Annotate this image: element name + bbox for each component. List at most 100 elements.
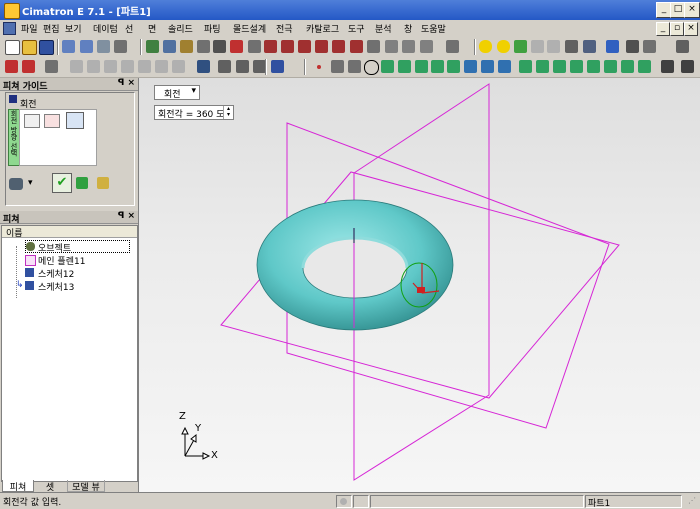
zoom-icon[interactable] [197,40,210,53]
torus[interactable] [256,199,454,331]
copy-entity-icon[interactable] [70,60,83,73]
pan-icon[interactable] [180,40,193,53]
measure-icon[interactable] [218,60,231,73]
arc-icon[interactable] [348,60,361,73]
pointer-icon[interactable] [676,40,689,53]
tree-item-sketch12[interactable]: 스케처12 [25,267,125,280]
tree-item-main-plane[interactable]: 메인 플렌11 [25,254,125,267]
tree-column-header[interactable]: 이름 [2,226,137,239]
solid-5-icon[interactable] [587,60,600,73]
solid-2-icon[interactable] [536,60,549,73]
menu-datum[interactable]: 데이텀 [93,22,118,35]
project-curve-icon[interactable] [447,60,460,73]
pen-icon[interactable] [626,40,639,53]
view-cube-7-icon[interactable] [350,40,363,53]
menu-view[interactable]: 보기 [65,22,82,35]
view-cube-2-icon[interactable] [264,40,277,53]
line-style-icon[interactable] [643,40,656,53]
more-tools-icon[interactable] [661,60,674,73]
offset-curve-icon[interactable] [415,60,428,73]
tree-pane-close-button[interactable]: ꟼ × [118,211,135,221]
options-icon[interactable] [9,178,23,190]
transform-icon[interactable] [87,60,100,73]
menu-surface[interactable]: 면 [148,22,156,35]
toolbar-options-icon[interactable] [681,60,694,73]
tab-model-view[interactable]: 모델 뷰 [67,480,105,493]
menu-catalog[interactable]: 카탈로그 [306,22,339,35]
zoom-all-icon[interactable] [146,40,159,53]
lightbulb-icon[interactable] [479,40,492,53]
curve-select-icon[interactable] [24,114,40,128]
color-icon[interactable] [606,40,619,53]
wireframe-icon[interactable] [402,40,415,53]
document-icon[interactable] [3,22,16,35]
link-icon[interactable] [97,40,110,53]
menu-electrode[interactable]: 전극 [276,22,293,35]
finish-icon[interactable] [97,177,109,189]
view-cube-3-icon[interactable] [281,40,294,53]
menu-tools[interactable]: 도구 [348,22,365,35]
tree-item-sketch13[interactable]: ↳ 스케처13 [16,280,125,293]
menu-mold-design[interactable]: 몰드설계 [233,22,266,35]
pane-close-button[interactable]: ꟼ × [118,78,135,88]
child-close-button[interactable]: × [684,22,698,36]
options-dropdown-icon[interactable]: ▾ [28,178,33,188]
rotate-icon[interactable] [230,40,243,53]
open-folder-icon[interactable] [22,40,37,55]
view-cube-5-icon[interactable] [315,40,328,53]
view-cube-4-icon[interactable] [298,40,311,53]
graphics-viewport[interactable]: 회전 ▾ 회전각 = 360 도 ▴ ▾ Z Y X [138,78,700,492]
angle-option-icon[interactable] [66,112,84,129]
pattern-icon[interactable] [155,60,168,73]
shade-icon[interactable] [385,40,398,53]
child-minimize-button[interactable]: _ [656,22,670,36]
move-icon[interactable] [213,40,226,53]
view-cube-8-icon[interactable] [367,40,380,53]
child-restore-button[interactable]: ▫ [670,22,684,36]
circle-icon[interactable] [364,60,379,75]
tab-feature[interactable]: 피쳐 [2,480,34,493]
menu-help[interactable]: 도움말 [421,22,446,35]
solid-3-icon[interactable] [553,60,566,73]
lightbulb-off-icon[interactable] [497,40,510,53]
menu-edit[interactable]: 편집 [43,22,60,35]
line-icon[interactable] [331,60,344,73]
green-dot-icon[interactable] [514,40,527,53]
solid-8-icon[interactable] [638,60,651,73]
tab-set[interactable]: 셋 [35,480,65,493]
sketcher-icon[interactable] [271,60,284,73]
resize-grip-icon[interactable]: ⋰ [688,496,696,505]
point-icon[interactable] [317,65,321,69]
mirror-icon[interactable] [104,60,117,73]
view-cube-1-icon[interactable] [248,40,261,53]
axis-select-icon[interactable] [44,114,60,128]
offset-icon[interactable] [172,60,185,73]
solid-7-icon[interactable] [621,60,634,73]
menu-window[interactable]: 창 [404,22,412,35]
new-file-icon[interactable] [5,40,20,55]
back-arrow-icon[interactable] [531,40,544,53]
forward-arrow-icon[interactable] [547,40,560,53]
menu-analysis[interactable]: 분석 [375,22,392,35]
display-mode-icon[interactable] [446,40,459,53]
surface-1-icon[interactable] [464,60,477,73]
copy-icon[interactable] [114,40,127,53]
select-filter-icon[interactable] [45,60,58,73]
menu-curve[interactable]: 선 [125,22,133,35]
cancel-icon[interactable] [22,60,35,73]
intersect-curve-icon[interactable] [431,60,444,73]
solid-1-icon[interactable] [519,60,532,73]
hidden-line-icon[interactable] [420,40,433,53]
apply-check-button[interactable]: ✔ [52,173,72,193]
analyze-icon[interactable] [236,60,249,73]
solid-6-icon[interactable] [604,60,617,73]
tree-item-object[interactable]: 오브젝트 [25,240,130,254]
delete-icon[interactable] [5,60,18,73]
menu-file[interactable]: 파일 [21,22,38,35]
composite-curve-icon[interactable] [398,60,411,73]
undo-icon[interactable] [62,40,75,53]
preview-icon[interactable] [76,177,88,189]
grid-icon[interactable] [583,40,596,53]
redo-icon[interactable] [80,40,93,53]
save-icon[interactable] [39,40,54,55]
